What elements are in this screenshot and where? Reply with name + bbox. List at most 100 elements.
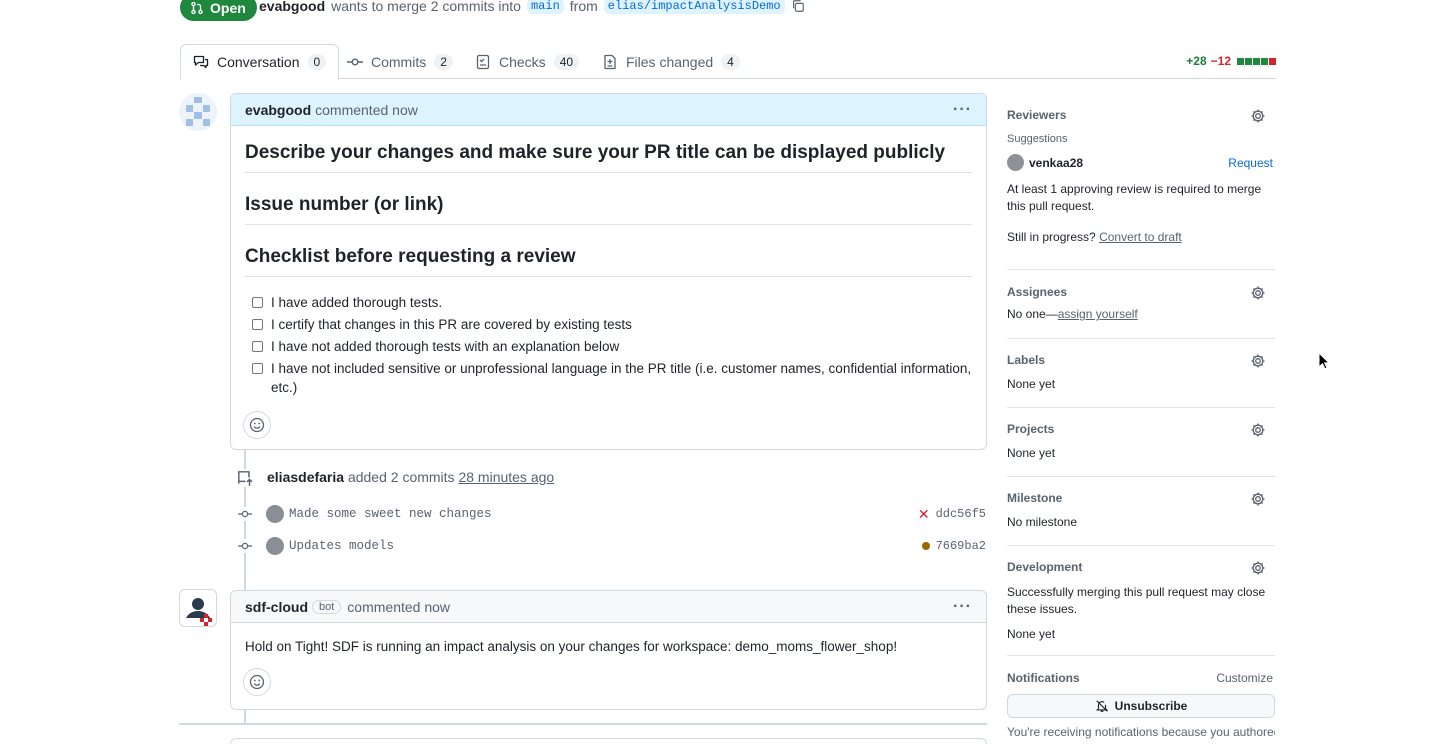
- kebab-menu-icon[interactable]: ···: [953, 598, 972, 616]
- pr-state-badge: Open: [180, 0, 257, 21]
- customize-link[interactable]: Customize: [1216, 671, 1273, 685]
- diffstat: +28 −12: [1186, 54, 1276, 68]
- tab-commits-label: Commits: [371, 53, 427, 70]
- comment-action: commented now: [315, 101, 418, 118]
- base-branch[interactable]: main: [526, 0, 564, 14]
- git-commit-icon: [347, 57, 363, 65]
- task-list-item: I have not added thorough tests with an …: [252, 337, 972, 356]
- assign-yourself-link[interactable]: assign yourself: [1058, 307, 1138, 321]
- kebab-menu-icon[interactable]: ···: [953, 101, 972, 119]
- pr-from-text: from: [569, 0, 598, 14]
- task-checkbox[interactable]: [252, 341, 263, 352]
- heading-issue-number: Issue number (or link): [245, 194, 972, 225]
- request-review-button[interactable]: Request: [1228, 156, 1273, 170]
- pending-dot-icon[interactable]: [921, 542, 930, 550]
- commit-author-avatar[interactable]: [266, 505, 284, 523]
- repo-push-icon: [236, 469, 254, 487]
- comment-header: evabgood commented now ···: [231, 94, 986, 126]
- reviewers-note: At least 1 approving review is required …: [1007, 182, 1262, 213]
- heading-checklist: Checklist before requesting a review: [245, 246, 972, 277]
- commit-sha[interactable]: 7669ba2: [936, 539, 986, 553]
- task-checkbox[interactable]: [252, 319, 263, 330]
- commit-author-avatar[interactable]: [266, 537, 284, 555]
- sidebar-projects-title[interactable]: Projects: [1007, 422, 1275, 436]
- gear-icon[interactable]: [1250, 285, 1266, 301]
- commit-sha[interactable]: ddc56f5: [936, 507, 986, 521]
- event-action: added 2 commits: [347, 469, 455, 485]
- smiley-icon: [249, 674, 265, 690]
- bot-comment: sdf-cloud bot commented now ··· Hold on …: [230, 590, 987, 710]
- sidebar-milestone-title[interactable]: Milestone: [1007, 491, 1275, 505]
- task-label: I certify that changes in this PR are co…: [271, 317, 632, 332]
- next-box: [230, 738, 987, 744]
- bot-message: Hold on Tight! SDF is running an impact …: [245, 639, 898, 654]
- comment-author[interactable]: evabgood: [245, 102, 311, 118]
- reviewers-suggestions-label: Suggestions: [1007, 133, 1068, 145]
- tab-conversation[interactable]: Conversation 0: [180, 44, 340, 80]
- gear-icon[interactable]: [1250, 560, 1266, 576]
- gear-icon[interactable]: [1250, 353, 1266, 369]
- copy-icon[interactable]: [791, 0, 805, 13]
- comment-body: Hold on Tight! SDF is running an impact …: [231, 623, 986, 696]
- commit-message[interactable]: Made some sweet new changes: [289, 507, 492, 521]
- convert-to-draft-link[interactable]: Convert to draft: [1099, 230, 1182, 244]
- milestone-value: No milestone: [1007, 515, 1078, 529]
- bot-badge: bot: [312, 599, 342, 614]
- sidebar-projects: Projects None yet: [1007, 422, 1275, 477]
- unsubscribe-label: Unsubscribe: [1114, 699, 1188, 713]
- tab-files-changed-count: 4: [721, 53, 740, 70]
- sidebar-assignees-title[interactable]: Assignees: [1007, 285, 1275, 299]
- task-checkbox[interactable]: [252, 363, 263, 374]
- comment-action: commented now: [347, 598, 451, 615]
- assignees-prefix: No one—: [1007, 307, 1058, 321]
- mouse-cursor-icon: [1318, 352, 1330, 370]
- comment-header: sdf-cloud bot commented now ···: [231, 591, 986, 623]
- git-commit-icon: [238, 507, 252, 521]
- labels-value: None yet: [1007, 377, 1056, 391]
- tab-commits[interactable]: Commits 2: [347, 44, 453, 79]
- development-note: Successfully merging this pull request m…: [1007, 585, 1266, 616]
- sidebar-reviewers: Reviewers Suggestions venkaa28 Request A…: [1007, 108, 1275, 270]
- sidebar-labels-title[interactable]: Labels: [1007, 353, 1275, 367]
- pull-request-icon: [191, 1, 203, 14]
- file-diff-icon: [604, 54, 616, 69]
- comment-author[interactable]: sdf-cloud: [245, 599, 308, 615]
- sidebar-development-title[interactable]: Development: [1007, 560, 1275, 574]
- pr-author[interactable]: evabgood: [259, 0, 325, 14]
- tab-files-changed[interactable]: Files changed 4: [602, 44, 740, 79]
- pr-tabs: Conversation 0 Commits 2 Checks 40 Files…: [180, 44, 1276, 80]
- tab-conversation-count: 0: [307, 54, 327, 70]
- checklist-icon: [476, 54, 490, 69]
- x-icon[interactable]: ✕: [918, 506, 930, 523]
- pr-description-comment: evabgood commented now ··· Describe your…: [230, 93, 987, 450]
- tab-conversation-label: Conversation: [217, 54, 300, 70]
- bot-avatar[interactable]: [179, 589, 217, 627]
- commit-message[interactable]: Updates models: [289, 539, 394, 553]
- task-list-item: I have not included sensitive or unprofe…: [252, 359, 972, 397]
- unsubscribe-button[interactable]: Unsubscribe: [1007, 694, 1275, 718]
- tab-checks[interactable]: Checks 40: [475, 44, 580, 79]
- avatar[interactable]: [179, 93, 217, 131]
- gear-icon[interactable]: [1250, 422, 1266, 438]
- event-actor[interactable]: eliasdefaria: [267, 469, 344, 485]
- sidebar-labels: Labels None yet: [1007, 353, 1275, 408]
- event-time[interactable]: 28 minutes ago: [458, 469, 554, 485]
- add-reaction-button[interactable]: [243, 668, 271, 696]
- sidebar-reviewers-title[interactable]: Reviewers: [1007, 108, 1275, 122]
- pr-wants-text: wants to merge 2 commits into: [331, 0, 521, 14]
- gear-icon[interactable]: [1250, 491, 1266, 507]
- head-branch[interactable]: elias/impactAnalysisDemo: [603, 0, 785, 14]
- gear-icon[interactable]: [1250, 108, 1266, 124]
- sidebar-milestone: Milestone No milestone: [1007, 491, 1275, 546]
- git-commit-icon: [238, 539, 252, 553]
- timeline-end-divider: [179, 723, 987, 725]
- add-reaction-button[interactable]: [243, 411, 271, 439]
- projects-value: None yet: [1007, 446, 1056, 460]
- task-list-item: I certify that changes in this PR are co…: [252, 315, 972, 334]
- comment-discussion-icon: [193, 55, 209, 69]
- diffstat-blocks: [1237, 57, 1276, 65]
- draft-line: Still in progress? Convert to draft: [1007, 230, 1275, 244]
- suggested-reviewer-name[interactable]: venkaa28: [1029, 156, 1083, 170]
- task-checkbox[interactable]: [252, 297, 263, 308]
- task-list: I have added thorough tests. I certify t…: [245, 293, 972, 397]
